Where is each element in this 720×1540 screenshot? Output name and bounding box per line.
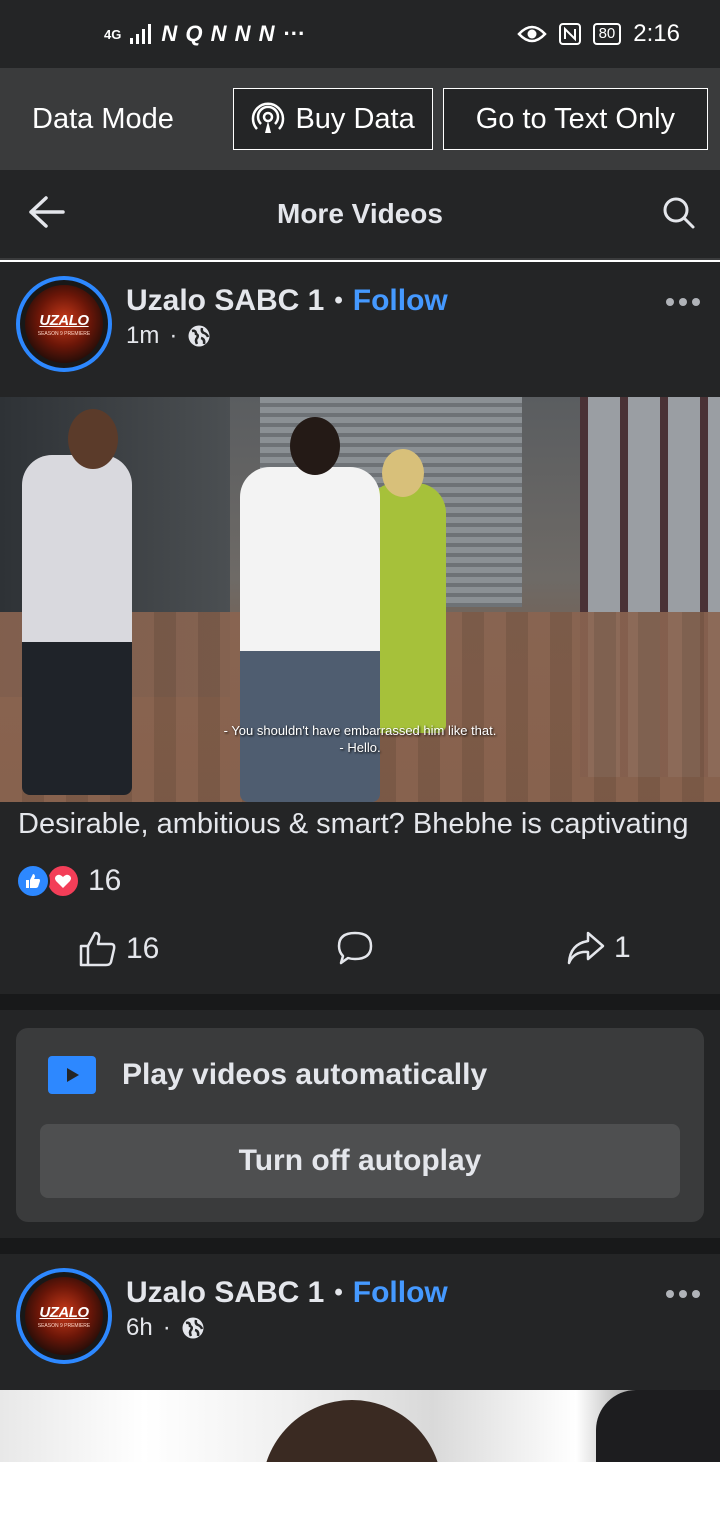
page-header: More Videos (0, 170, 720, 260)
like-button[interactable]: 16 (78, 930, 159, 968)
meta-separator: · (169, 322, 178, 349)
avatar-image: UZALO SEASON 9 PREMIERE (25, 285, 103, 363)
page-title: More Videos (277, 198, 443, 229)
post-time[interactable]: 6h (126, 1314, 153, 1342)
share-icon (567, 931, 605, 965)
status-right: 80 2:16 (516, 20, 680, 48)
text-only-button[interactable]: Go to Text Only (442, 88, 708, 150)
clock: 2:16 (633, 20, 680, 47)
avatar-subtitle: SEASON 9 PREMIERE (37, 330, 91, 337)
more-options-icon[interactable] (666, 1290, 700, 1298)
signal-icon (130, 24, 152, 44)
video-person-head (382, 449, 424, 497)
like-count: 16 (126, 932, 160, 965)
status-left: 4G N Q N N N ··· (104, 21, 305, 47)
play-video-icon (48, 1056, 96, 1094)
data-mode-label: Data Mode (32, 102, 174, 135)
divider (0, 1238, 720, 1254)
like-icon (79, 931, 116, 967)
avatar-logo: UZALO (39, 311, 89, 329)
avatar-image: UZALO SEASON 9 PREMIERE (25, 1277, 103, 1355)
divider (0, 994, 720, 1010)
data-mode-bar: Data Mode Buy Data Go to Text Only (0, 68, 720, 170)
separator: • (334, 1279, 343, 1306)
follow-button[interactable]: Follow (353, 1276, 448, 1310)
meta-separator: · (162, 1314, 171, 1341)
video-post: UZALO SEASON 9 PREMIERE Uzalo SABC 1 • F… (0, 1254, 720, 1462)
page-name[interactable]: Uzalo SABC 1 (126, 1276, 324, 1310)
reaction-count: 16 (88, 864, 122, 897)
text-only-label: Go to Text Only (475, 102, 676, 135)
status-bar: 4G N Q N N N ··· 80 2:16 (0, 0, 720, 68)
video-player[interactable]: - You shouldn't have embarrassed him lik… (0, 397, 720, 802)
turn-off-autoplay-button[interactable]: Turn off autoplay (40, 1124, 680, 1198)
avatar[interactable]: UZALO SEASON 9 PREMIERE (16, 276, 112, 372)
post-meta: 6h · (126, 1314, 205, 1342)
notification-icons: N Q N N N (161, 21, 276, 46)
more-options-icon[interactable] (666, 298, 700, 306)
video-post: UZALO SEASON 9 PREMIERE Uzalo SABC 1 • F… (0, 262, 720, 994)
buy-data-label: Buy Data (295, 102, 415, 135)
video-person-head (290, 417, 340, 475)
back-arrow-icon[interactable] (26, 194, 66, 230)
comment-button[interactable] (336, 930, 374, 966)
like-reaction-icon (16, 864, 50, 898)
post-meta: 1m · (126, 322, 211, 350)
network-indicator: 4G (104, 26, 122, 42)
post-caption[interactable]: Desirable, ambitious & smart? Bhebhe is … (18, 808, 702, 841)
share-count: 1 (614, 931, 631, 964)
video-person-head (68, 409, 118, 469)
search-icon[interactable] (662, 196, 696, 230)
battery-icon: 80 (592, 23, 622, 45)
separator: • (334, 287, 343, 314)
globe-icon (182, 1317, 204, 1339)
more-notifications-icon: ··· (283, 21, 306, 46)
page-name[interactable]: Uzalo SABC 1 (126, 284, 324, 318)
autoplay-card: Play videos automatically Turn off autop… (16, 1028, 704, 1222)
avatar-subtitle: SEASON 9 PREMIERE (37, 1322, 91, 1329)
video-person-head (262, 1400, 442, 1462)
autoplay-title: Play videos automatically (122, 1058, 488, 1091)
eye-icon (516, 25, 547, 43)
comment-icon (337, 931, 373, 965)
video-player[interactable] (0, 1390, 720, 1462)
avatar-logo: UZALO (39, 1303, 89, 1321)
post-actions: 16 1 (0, 922, 720, 982)
avatar[interactable]: UZALO SEASON 9 PREMIERE (16, 1268, 112, 1364)
buy-data-button[interactable]: Buy Data (233, 88, 433, 150)
nfc-icon (558, 23, 581, 45)
post-time[interactable]: 1m (126, 322, 159, 350)
video-subtitle: - You shouldn't have embarrassed him lik… (223, 723, 497, 738)
globe-icon (188, 325, 210, 347)
love-reaction-icon (46, 864, 80, 898)
video-subtitle: - Hello. (339, 740, 381, 755)
autoplay-section: Play videos automatically Turn off autop… (0, 1010, 720, 1238)
broadcast-icon (252, 102, 285, 133)
post-header: Uzalo SABC 1 • Follow (126, 284, 448, 318)
share-button[interactable]: 1 (566, 930, 631, 966)
post-header: Uzalo SABC 1 • Follow (126, 1276, 448, 1310)
reaction-summary[interactable]: 16 (16, 864, 121, 898)
follow-button[interactable]: Follow (353, 284, 448, 318)
video-person-head (596, 1390, 720, 1462)
